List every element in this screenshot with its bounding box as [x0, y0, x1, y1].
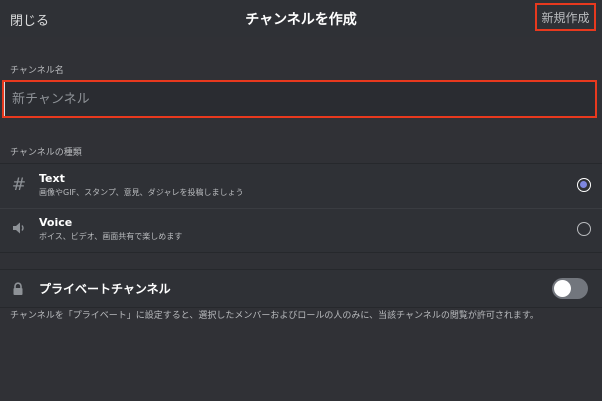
channel-type-description: ボイス、ビデオ、画面共有で楽しめます: [39, 232, 183, 241]
channel-type-list: # Text 画像やGIF、スタンプ、意見、ダジャレを投稿しましょう Voice…: [0, 163, 602, 253]
close-button[interactable]: 閉じる: [10, 10, 49, 29]
speaker-icon: [10, 220, 28, 238]
channel-type-option-voice[interactable]: Voice ボイス、ビデオ、画面共有で楽しめます: [0, 208, 602, 252]
text-radio-button[interactable]: [577, 178, 591, 192]
private-channel-description: チャンネルを「プライベート」に設定すると、選択したメンバーおよびロールの人のみに…: [10, 311, 539, 321]
private-channel-toggle[interactable]: [552, 278, 588, 299]
channel-type-name: Text: [39, 172, 65, 185]
private-channel-label: プライベートチャンネル: [39, 282, 171, 296]
page-title: チャンネルを作成: [245, 12, 357, 28]
channel-type-label: チャンネルの種類: [10, 148, 82, 158]
channel-name-field: [2, 80, 597, 118]
channel-name-input[interactable]: [4, 82, 595, 116]
hash-icon: #: [11, 175, 27, 195]
toggle-knob: [554, 280, 571, 297]
channel-type-description: 画像やGIF、スタンプ、意見、ダジャレを投稿しましょう: [39, 188, 244, 197]
lock-icon: [12, 281, 24, 295]
create-button[interactable]: 新規作成: [535, 3, 596, 31]
channel-type-option-text[interactable]: # Text 画像やGIF、スタンプ、意見、ダジャレを投稿しましょう: [0, 164, 602, 209]
channel-type-name: Voice: [39, 216, 73, 229]
private-channel-row: プライベートチャンネル: [0, 269, 602, 308]
header-bar: 閉じる チャンネルを作成 新規作成: [0, 0, 602, 37]
voice-radio-button[interactable]: [577, 222, 591, 236]
channel-name-label: チャンネル名: [10, 66, 64, 76]
